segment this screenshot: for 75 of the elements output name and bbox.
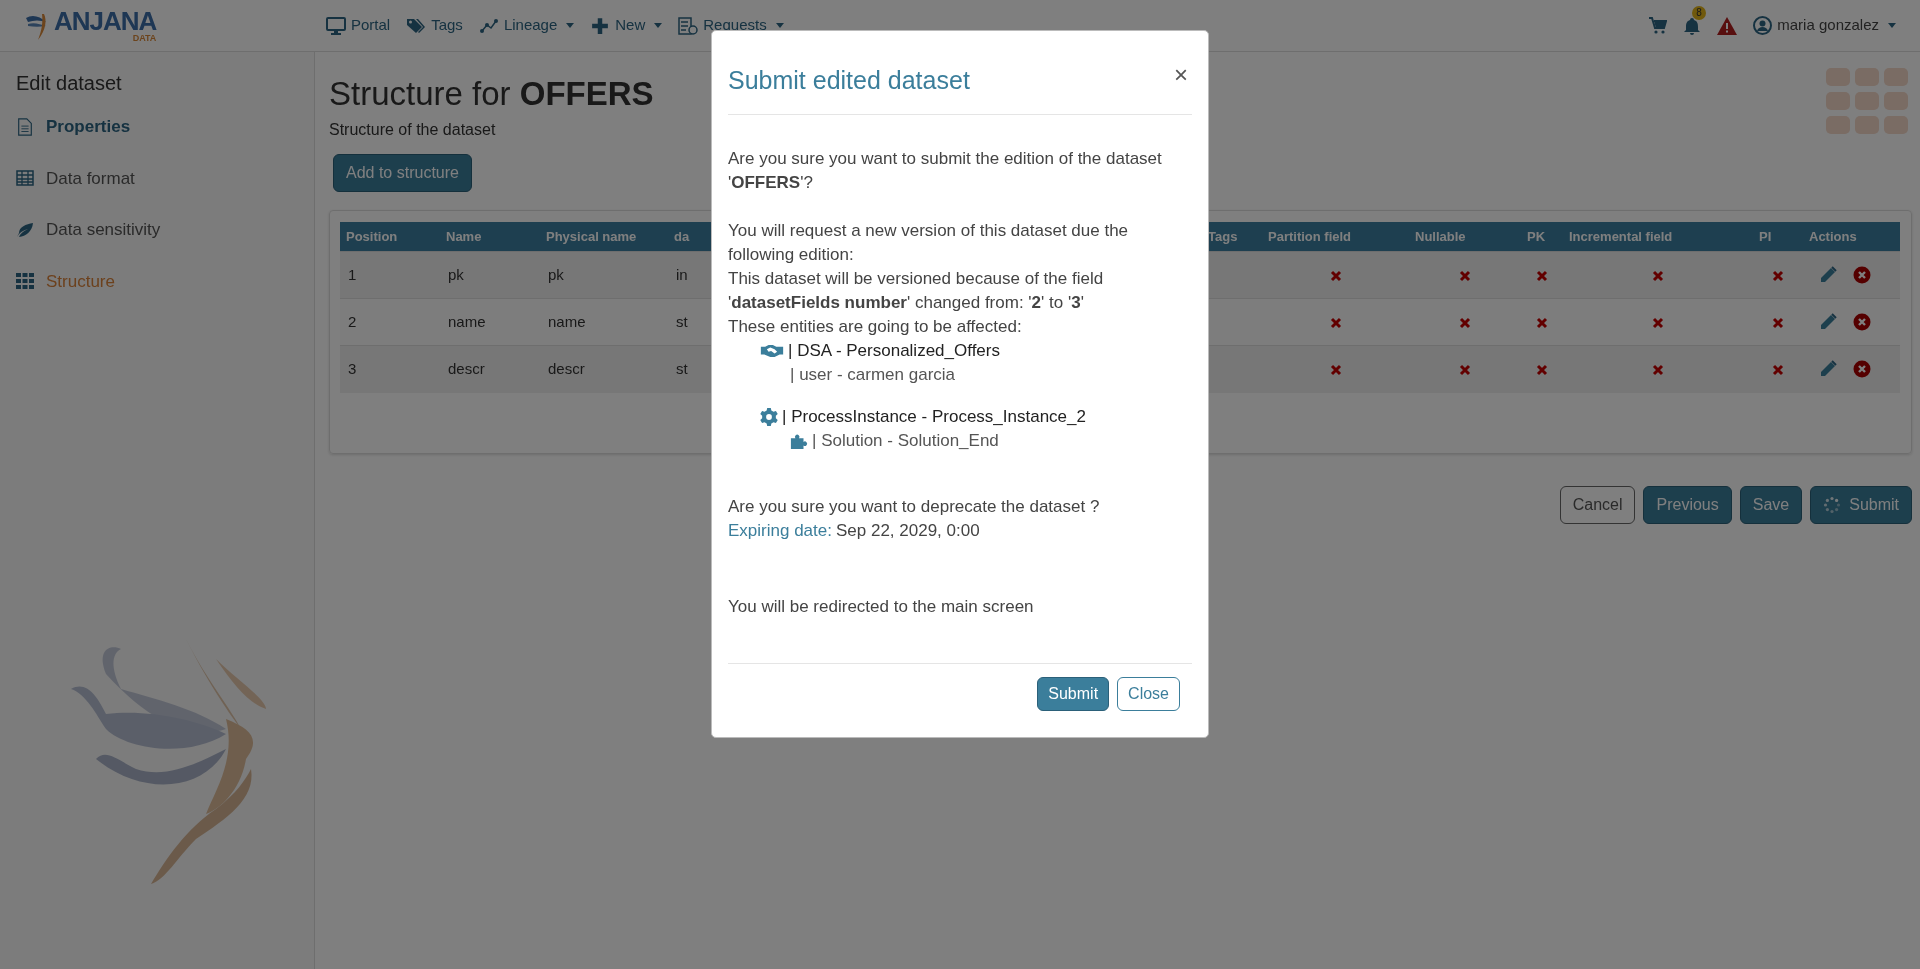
pencil-icon[interactable] bbox=[1819, 360, 1837, 379]
leaf-icon bbox=[16, 220, 34, 239]
column-header: Physical name bbox=[540, 221, 668, 252]
table-cell: pk bbox=[540, 251, 668, 299]
page-subtitle: Structure of the dataset bbox=[329, 119, 497, 140]
user-icon bbox=[1753, 16, 1773, 35]
grid-icon bbox=[16, 272, 34, 291]
table-cell: 1 bbox=[340, 251, 440, 299]
expiring-date: Sep 22, 2029, 0:00 bbox=[835, 520, 980, 542]
nav-link[interactable]: New bbox=[590, 14, 663, 37]
entity-name: | Solution - Solution_End bbox=[812, 430, 999, 452]
caret-icon bbox=[1888, 23, 1896, 28]
handshake-icon[interactable] bbox=[760, 344, 784, 358]
column-header: Partition field bbox=[1262, 221, 1409, 252]
table-cell: name bbox=[540, 298, 668, 346]
table-cell: 3 bbox=[340, 345, 440, 393]
dialog-button[interactable]: Close bbox=[1117, 677, 1180, 711]
list-icon bbox=[678, 16, 699, 35]
table-cell: pk bbox=[440, 251, 540, 299]
pencil-icon[interactable] bbox=[1819, 313, 1837, 332]
close-button[interactable]: × bbox=[1170, 62, 1192, 87]
notification-count: 8 bbox=[1692, 5, 1706, 20]
logo-subtext: DATA bbox=[132, 34, 157, 43]
logo[interactable]: ANJANA DATA bbox=[24, 8, 304, 43]
bell-icon[interactable] bbox=[1683, 16, 1702, 36]
lineage-icon bbox=[478, 16, 499, 35]
page-title: Structure for OFFERS bbox=[329, 74, 654, 114]
table-icon bbox=[16, 169, 34, 188]
sidebar-item[interactable]: Data format bbox=[16, 165, 298, 191]
table-cell: name bbox=[440, 298, 540, 346]
column-header: Nullable bbox=[1409, 221, 1521, 252]
document-icon bbox=[16, 117, 34, 136]
add-button[interactable]: Add to structure bbox=[333, 153, 472, 192]
plus-icon bbox=[590, 16, 611, 35]
entity-name: | ProcessInstance - Process_Instance_2 bbox=[782, 406, 1086, 428]
nav-link[interactable]: Portal bbox=[326, 14, 391, 37]
dialog-text: You will be redirected to the main screen bbox=[728, 596, 1035, 618]
action-button[interactable]: Previous bbox=[1643, 485, 1732, 524]
column-header: PK bbox=[1521, 221, 1563, 252]
pencil-icon[interactable] bbox=[1819, 266, 1837, 285]
dialog-text: Are you sure you want to submit the edition of the dataset 'OFFERS'? bbox=[728, 148, 1163, 194]
tag-icon bbox=[406, 16, 427, 35]
delete-icon[interactable] bbox=[1853, 360, 1871, 379]
nav-link[interactable]: Tags bbox=[406, 14, 463, 37]
dialog-text: Are you sure you want to deprecate the dataset ? bbox=[728, 496, 1101, 518]
dialog-title: Submit edited dataset bbox=[728, 64, 970, 95]
table-cell: descr bbox=[540, 345, 668, 393]
column-header: Actions bbox=[1803, 221, 1900, 252]
sidebar-item[interactable]: Structure bbox=[16, 268, 298, 294]
dialog-button[interactable]: Submit bbox=[1037, 677, 1110, 711]
puzzle-icon[interactable] bbox=[790, 432, 808, 450]
table-cell: descr bbox=[440, 345, 540, 393]
user-menu[interactable]: maria gonzalez bbox=[1753, 14, 1896, 37]
table-cell: 2 bbox=[340, 298, 440, 346]
gear-icon[interactable] bbox=[760, 408, 778, 426]
warning-icon[interactable] bbox=[1717, 16, 1738, 35]
delete-icon[interactable] bbox=[1853, 313, 1871, 332]
monitor-icon bbox=[326, 16, 346, 35]
nav-link[interactable]: Lineage bbox=[478, 14, 575, 37]
column-header: Incremental field bbox=[1563, 221, 1753, 252]
sidebar-title: Edit dataset bbox=[16, 71, 123, 96]
action-button[interactable]: Cancel bbox=[1559, 485, 1636, 524]
column-header: Position bbox=[340, 221, 440, 252]
expiring-label: Expiring date: bbox=[728, 520, 832, 542]
action-button[interactable]: Save bbox=[1739, 485, 1803, 524]
cart-icon[interactable] bbox=[1649, 17, 1668, 34]
dialog-text: These entities are going to be affected: bbox=[728, 316, 1023, 338]
sidebar-item[interactable]: Data sensitivity bbox=[16, 217, 298, 243]
sidebar-item[interactable]: Properties bbox=[16, 114, 298, 140]
delete-icon[interactable] bbox=[1853, 266, 1871, 285]
column-header: PI bbox=[1753, 221, 1803, 252]
logo-text: ANJANA bbox=[54, 8, 157, 34]
entity-name: | user - carmen garcia bbox=[790, 364, 956, 386]
column-header: Name bbox=[440, 221, 540, 252]
action-button[interactable]: Submit bbox=[1810, 485, 1912, 524]
